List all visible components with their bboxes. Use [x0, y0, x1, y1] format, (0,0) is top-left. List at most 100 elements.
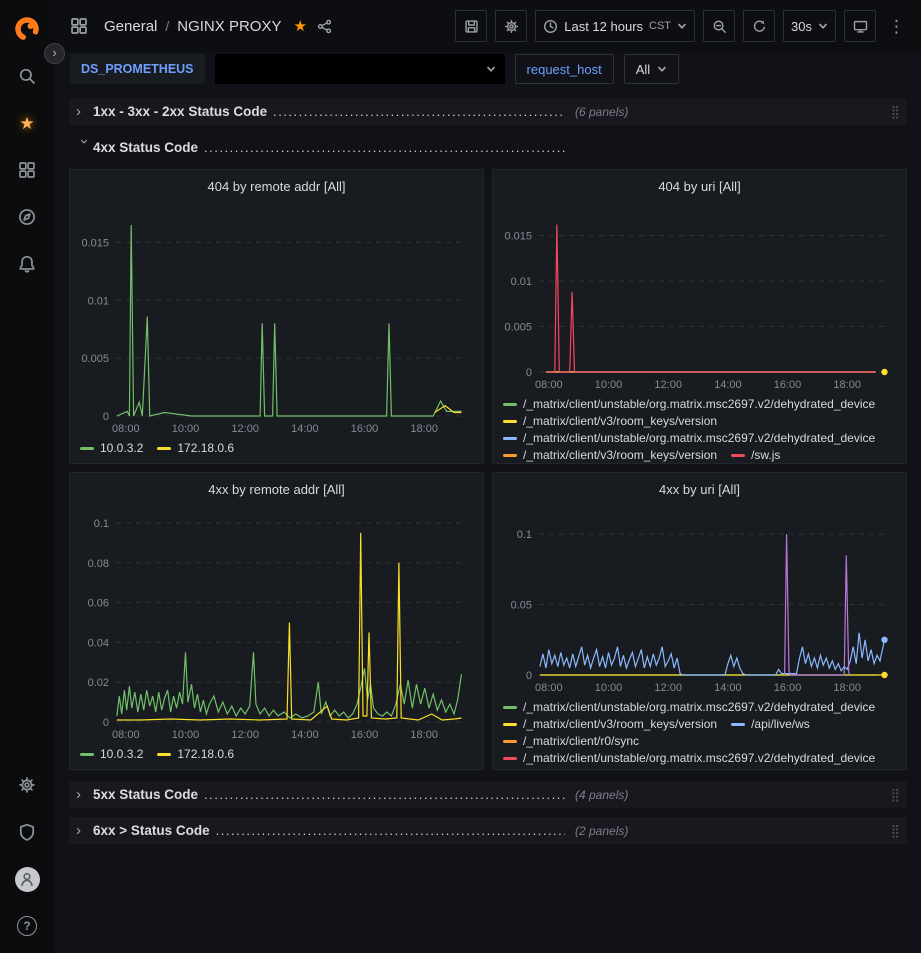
legend-item[interactable]: 10.0.3.2 — [80, 747, 143, 761]
panel-title[interactable]: 404 by remote addr [All] — [70, 170, 483, 202]
row-drag-handle[interactable]: ⣿ — [890, 788, 900, 801]
tv-mode-button[interactable] — [844, 10, 876, 42]
chart-legend: 10.0.3.2 172.18.0.6 — [70, 436, 483, 463]
row-leader-dots: ........................................… — [204, 140, 565, 155]
legend-item[interactable]: 172.18.0.6 — [157, 441, 234, 455]
starred-dashboards-icon[interactable]: ★ — [10, 106, 44, 140]
save-dashboard-button[interactable] — [455, 10, 487, 42]
panel-4xx-by-remote-addr: 4xx by remote addr [All] 00.020.040.060.… — [69, 472, 484, 770]
legend-item[interactable]: /_matrix/client/r0/sync — [503, 734, 639, 748]
configuration-gear-icon[interactable] — [10, 768, 44, 802]
legend-item[interactable]: /_matrix/client/unstable/org.matrix.msc2… — [503, 700, 875, 714]
refresh-button[interactable] — [743, 10, 775, 42]
legend-swatch — [80, 447, 94, 450]
legend-swatch — [503, 420, 517, 423]
legend-item[interactable]: 10.0.3.2 — [80, 441, 143, 455]
refresh-icon — [752, 19, 767, 34]
refresh-interval-picker[interactable]: 30s — [783, 10, 836, 42]
dashboards-icon[interactable] — [10, 153, 44, 187]
save-icon — [464, 19, 479, 34]
svg-text:16:00: 16:00 — [351, 729, 379, 741]
svg-text:10:00: 10:00 — [595, 379, 623, 391]
request-host-value: All — [636, 62, 650, 77]
legend-item[interactable]: /_matrix/client/unstable/org.matrix.msc2… — [503, 397, 875, 411]
svg-text:0.015: 0.015 — [81, 237, 109, 249]
help-icon[interactable]: ? — [10, 909, 44, 943]
legend-swatch — [157, 753, 171, 756]
dashboard-grid-icon[interactable] — [70, 17, 88, 35]
kebab-menu-icon[interactable]: ⋮ — [884, 18, 909, 35]
favorite-star-icon[interactable]: ★ — [293, 19, 306, 34]
alerting-bell-icon[interactable] — [10, 247, 44, 281]
svg-text:0.05: 0.05 — [511, 600, 532, 612]
template-variables-bar: DS_PROMETHEUS request_host All — [54, 52, 921, 90]
search-icon[interactable] — [10, 59, 44, 93]
svg-text:0.04: 0.04 — [88, 637, 109, 649]
legend-item[interactable]: /sw.js — [731, 448, 780, 462]
svg-text:0.08: 0.08 — [88, 558, 109, 570]
legend-label: /_matrix/client/v3/room_keys/version — [523, 414, 717, 428]
time-range-picker[interactable]: Last 12 hours CST — [535, 10, 695, 42]
legend-label: /_matrix/client/unstable/org.matrix.msc2… — [523, 431, 875, 445]
panel-4xx-by-uri: 4xx by uri [All] 00.050.108:0010:0012:00… — [492, 472, 907, 770]
legend-item[interactable]: /_matrix/client/v3/room_keys/version — [503, 414, 717, 428]
time-series-chart[interactable]: 00.050.108:0010:0012:0014:0016:0018:00 — [497, 505, 902, 695]
datasource-label[interactable]: DS_PROMETHEUS — [70, 54, 205, 84]
row-panel-count: (2 panels) — [575, 824, 628, 838]
legend-item[interactable]: /_matrix/client/v3/room_keys/version — [503, 448, 717, 462]
breadcrumb-separator: / — [165, 18, 169, 34]
legend-item[interactable]: /_matrix/client/unstable/org.matrix.msc2… — [503, 431, 875, 445]
row-5xx[interactable]: › 5xx Status Code ......................… — [69, 781, 907, 808]
svg-text:18:00: 18:00 — [410, 729, 438, 741]
request-host-label[interactable]: request_host — [515, 54, 614, 84]
share-icon[interactable] — [315, 19, 334, 34]
sidebar: ★ ? — [0, 0, 54, 953]
svg-text:12:00: 12:00 — [231, 729, 259, 741]
legend-item[interactable]: /_matrix/client/v3/room_keys/version — [503, 717, 717, 731]
svg-text:18:00: 18:00 — [410, 423, 438, 435]
legend-label: /_matrix/client/r0/sync — [523, 734, 639, 748]
panel-title[interactable]: 4xx by uri [All] — [493, 473, 906, 505]
legend-swatch — [503, 740, 517, 743]
legend-item[interactable]: /api/live/ws — [731, 717, 810, 731]
dashboard-settings-button[interactable] — [495, 10, 527, 42]
row-4xx[interactable]: › 4xx Status Code ......................… — [69, 134, 907, 161]
svg-text:0.015: 0.015 — [504, 231, 532, 243]
legend-label: /_matrix/client/unstable/org.matrix.msc2… — [523, 751, 875, 765]
breadcrumb: General / NGINX PROXY — [104, 18, 281, 35]
breadcrumb-dashboard-title[interactable]: NGINX PROXY — [177, 18, 281, 35]
legend-swatch — [157, 447, 171, 450]
chart-legend: 10.0.3.2 172.18.0.6 — [70, 742, 483, 769]
row-drag-handle[interactable]: ⣿ — [890, 105, 900, 118]
time-series-chart[interactable]: 00.0050.010.01508:0010:0012:0014:0016:00… — [74, 202, 479, 436]
breadcrumb-section[interactable]: General — [104, 18, 157, 35]
panel-title[interactable]: 4xx by remote addr [All] — [70, 473, 483, 505]
grafana-logo[interactable] — [10, 12, 44, 46]
panel-title[interactable]: 404 by uri [All] — [493, 170, 906, 202]
explore-compass-icon[interactable] — [10, 200, 44, 234]
svg-text:10:00: 10:00 — [172, 729, 200, 741]
legend-swatch — [80, 753, 94, 756]
datasource-variable-select[interactable] — [215, 54, 505, 84]
sidebar-expand-button[interactable]: › — [44, 43, 65, 64]
svg-text:14:00: 14:00 — [714, 379, 742, 391]
user-avatar[interactable] — [10, 862, 44, 896]
time-series-chart[interactable]: 00.0050.010.01508:0010:0012:0014:0016:00… — [497, 202, 902, 392]
legend-swatch — [503, 403, 517, 406]
grafana-logo-icon — [13, 15, 41, 43]
toolbar: Last 12 hours CST 30s ⋮ — [455, 10, 909, 42]
request-host-select[interactable]: All — [624, 54, 679, 84]
zoom-out-button[interactable] — [703, 10, 735, 42]
panel-404-by-remote-addr: 404 by remote addr [All] 00.0050.010.015… — [69, 169, 484, 464]
row-1xx-3xx-2xx[interactable]: › 1xx - 3xx - 2xx Status Code ..........… — [69, 98, 907, 125]
panel-404-by-uri: 404 by uri [All] 00.0050.010.01508:0010:… — [492, 169, 907, 464]
legend-item[interactable]: 172.18.0.6 — [157, 747, 234, 761]
row-title: 5xx Status Code — [93, 787, 198, 802]
row-6xx[interactable]: › 6xx > Status Code ....................… — [69, 817, 907, 844]
svg-text:0: 0 — [526, 670, 532, 682]
admin-shield-icon[interactable] — [10, 815, 44, 849]
row-drag-handle[interactable]: ⣿ — [890, 824, 900, 837]
legend-label: /_matrix/client/v3/room_keys/version — [523, 448, 717, 462]
legend-item[interactable]: /_matrix/client/unstable/org.matrix.msc2… — [503, 751, 875, 765]
time-series-chart[interactable]: 00.020.040.060.080.108:0010:0012:0014:00… — [74, 505, 479, 742]
